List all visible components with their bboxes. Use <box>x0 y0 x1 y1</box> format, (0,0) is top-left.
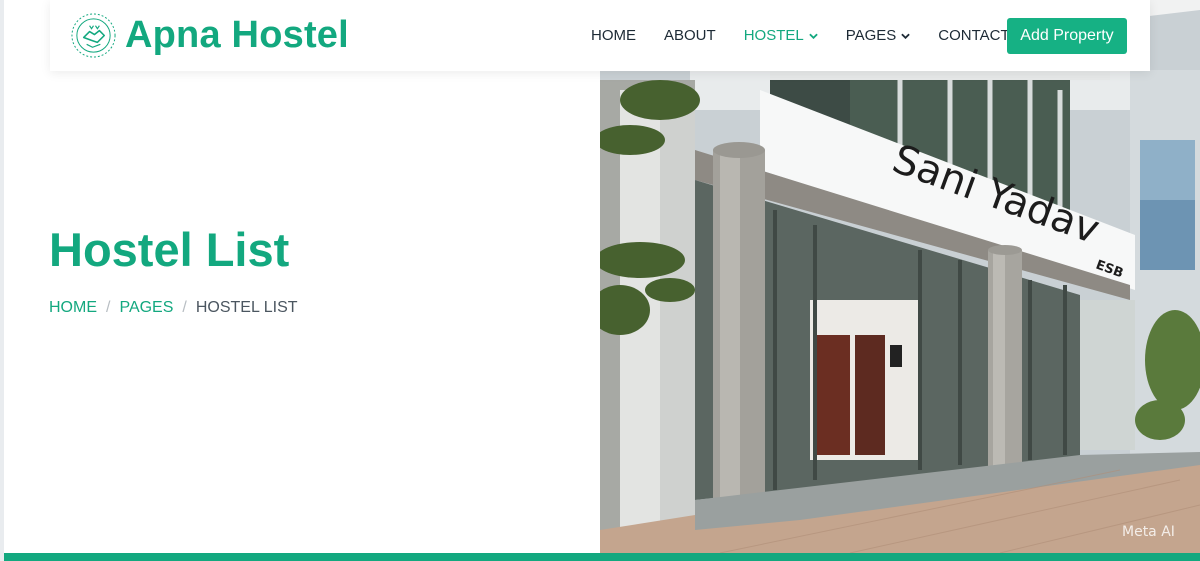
breadcrumb: HOME / PAGES / HOSTEL LIST <box>49 299 298 317</box>
nav-item-about[interactable]: ABOUT <box>664 27 716 44</box>
brand-name: Apna Hostel <box>125 14 349 56</box>
main-nav: HOME ABOUT HOSTEL PAGES CONTACT <box>591 0 1038 71</box>
page-title: Hostel List <box>49 223 290 276</box>
breadcrumb-separator: / <box>106 299 111 316</box>
breadcrumb-current: HOSTEL LIST <box>195 299 298 316</box>
left-edge-strip <box>0 0 4 561</box>
hero-building-photo: Sani Yadav ESB Meta AI <box>600 0 1200 553</box>
nav-item-contact[interactable]: CONTACT <box>938 27 1009 44</box>
chevron-down-icon <box>808 33 818 39</box>
nav-item-label: HOSTEL <box>743 27 804 44</box>
handshake-logo-icon <box>71 13 116 58</box>
breadcrumb-home-link[interactable]: HOME <box>49 299 97 317</box>
nav-item-label: CONTACT <box>938 27 1010 44</box>
bottom-accent-bar <box>4 553 1200 561</box>
page: Sani Yadav ESB Meta AI Apna Hostel HOME … <box>0 0 1200 561</box>
nav-item-hostel[interactable]: HOSTEL <box>744 27 818 44</box>
add-property-button[interactable]: Add Property <box>1007 18 1127 54</box>
photo-watermark: Meta AI <box>1122 524 1175 540</box>
breadcrumb-separator: / <box>182 299 187 316</box>
nav-item-pages[interactable]: PAGES <box>846 27 911 44</box>
brand-link[interactable]: Apna Hostel <box>70 12 349 59</box>
nav-item-label: HOME <box>591 27 636 44</box>
nav-item-label: PAGES <box>845 27 897 44</box>
navbar: Apna Hostel HOME ABOUT HOSTEL PAGES CONT… <box>50 0 1150 71</box>
nav-item-label: ABOUT <box>664 27 716 44</box>
nav-item-home[interactable]: HOME <box>591 27 636 44</box>
chevron-down-icon <box>901 33 911 39</box>
breadcrumb-pages-link[interactable]: PAGES <box>119 299 173 317</box>
